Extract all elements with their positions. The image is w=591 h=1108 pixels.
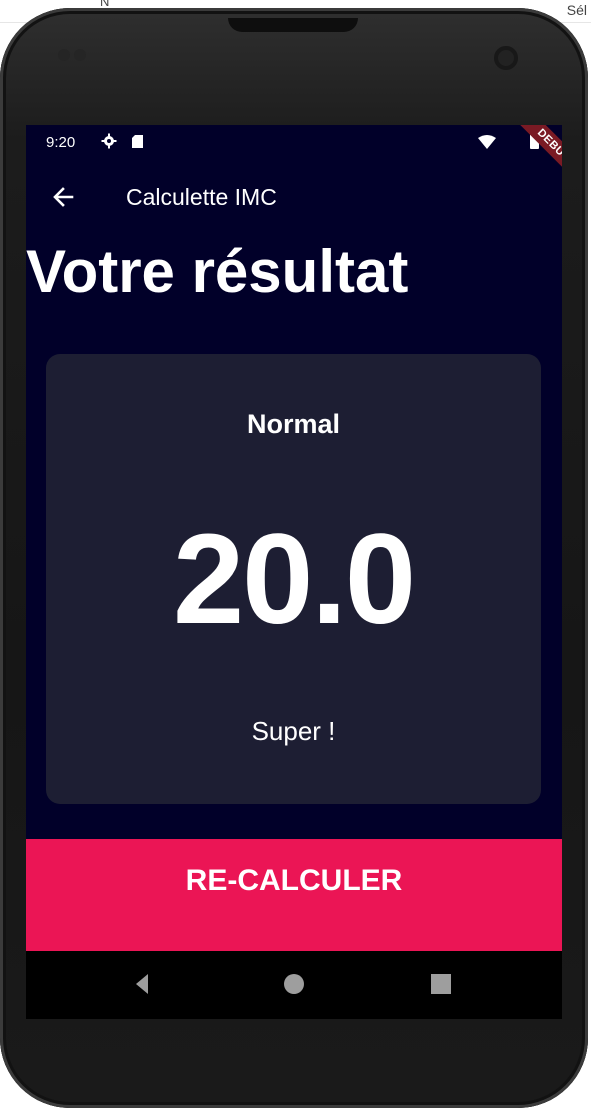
host-right-text: Sél — [566, 2, 587, 18]
page-title: Votre résultat — [26, 238, 409, 305]
android-nav-bar — [26, 951, 562, 1019]
result-card: Normal 20.0 Super ! — [46, 354, 541, 804]
phone-top-notch — [228, 18, 358, 32]
phone-sensor-dots — [58, 48, 92, 61]
app-screen: 9:20 DEBUG Calculette IMC Votre résultat… — [26, 125, 562, 1019]
wifi-icon — [478, 135, 496, 149]
bmi-value: 20.0 — [172, 508, 416, 651]
back-triangle-icon[interactable] — [128, 969, 158, 999]
recalculate-button[interactable]: RE-CALCULER — [26, 839, 562, 951]
status-bar: 9:20 DEBUG — [26, 125, 562, 195]
app-title: Calculette IMC — [126, 184, 277, 210]
bmi-message: Super ! — [251, 716, 336, 746]
recent-square-icon[interactable] — [426, 969, 456, 999]
sd-card-icon — [132, 135, 143, 148]
gear-icon — [101, 133, 117, 149]
bmi-category: Normal — [246, 409, 341, 439]
home-circle-icon[interactable] — [279, 969, 309, 999]
phone-camera — [494, 46, 518, 70]
status-time: 9:20 — [46, 134, 76, 151]
app-bar: Calculette IMC — [26, 159, 562, 237]
arrow-left-icon[interactable] — [50, 183, 78, 211]
